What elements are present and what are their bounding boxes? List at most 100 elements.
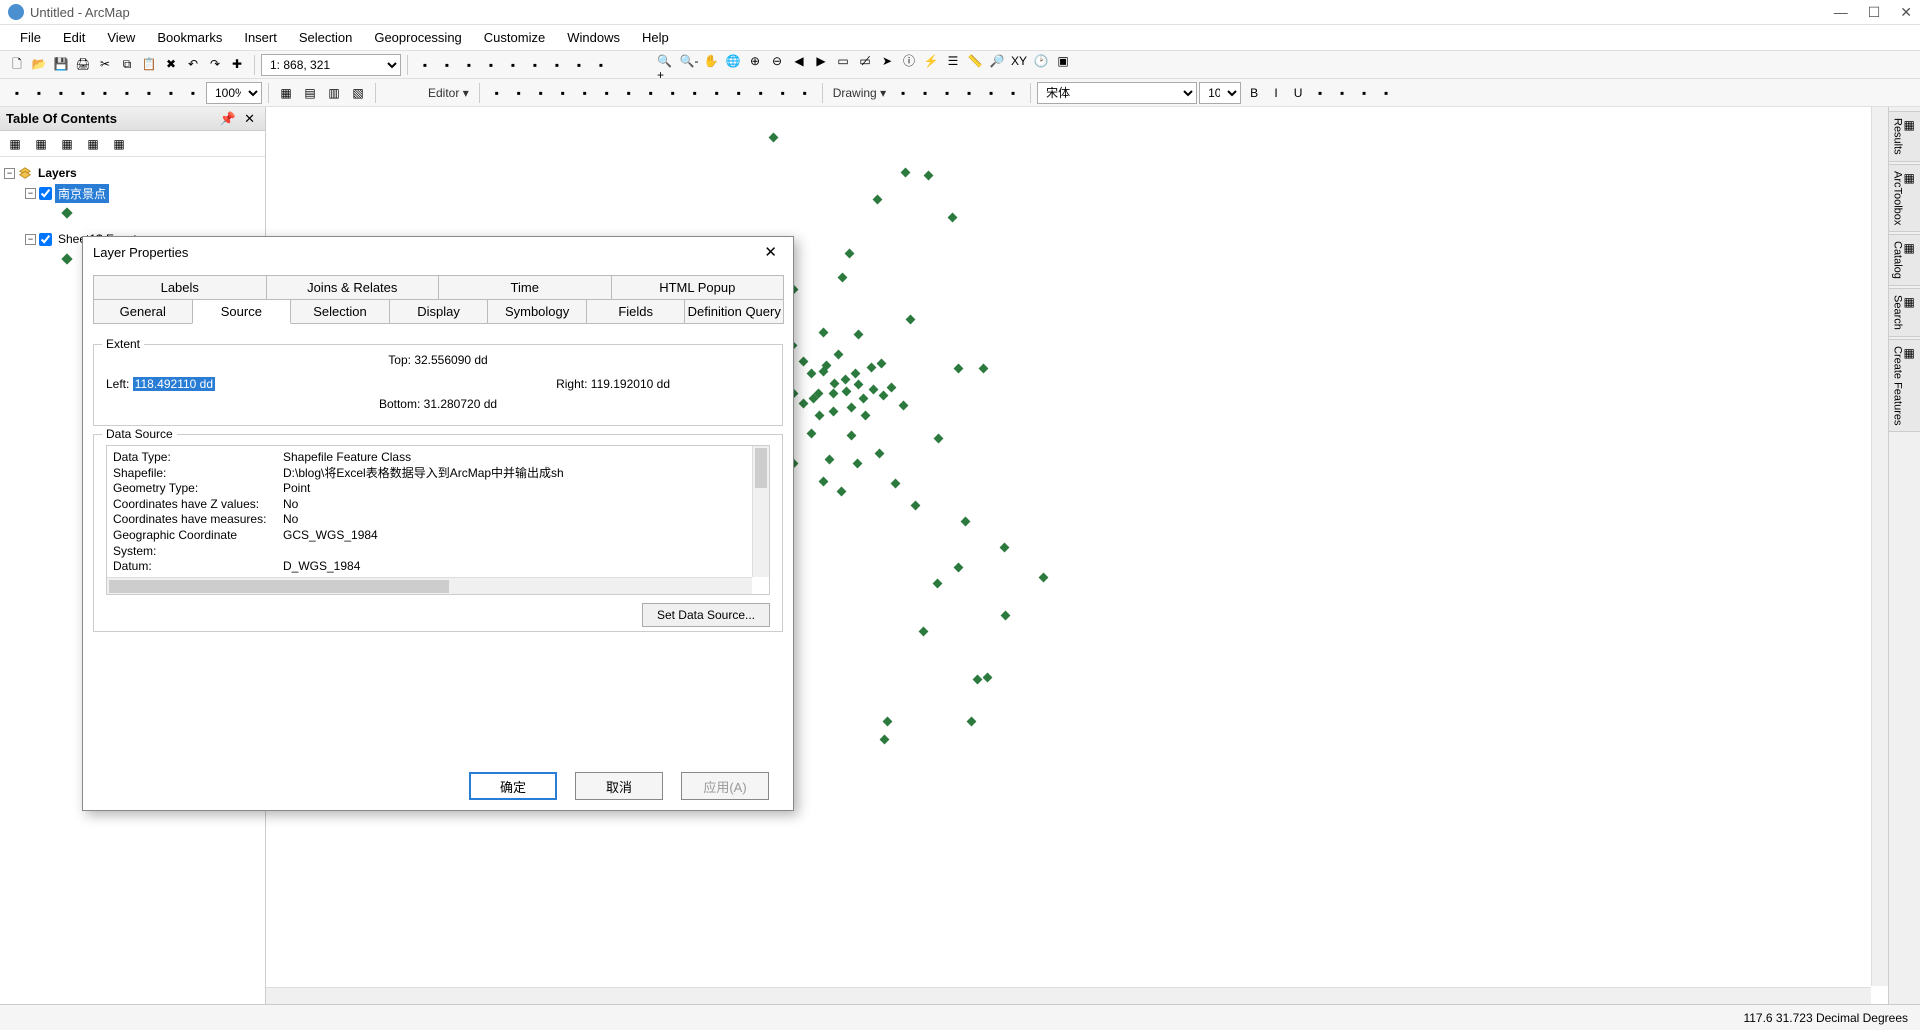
underline-icon[interactable]: U [1287,82,1309,104]
draw-text-icon[interactable]: ▪ [980,82,1002,104]
layout-b-icon[interactable]: ▤ [299,82,321,104]
tree-root[interactable]: − Layers [4,163,261,183]
zoom-combo[interactable]: 100% [206,82,262,104]
dialog-header[interactable]: Layer Properties ✕ [83,237,793,267]
edit-curve-icon[interactable]: ▪ [552,82,574,104]
clear-selection-icon[interactable]: ▭̸ [854,50,876,72]
open-icon[interactable]: 📂 [28,53,50,75]
search-icon[interactable]: ▪ [568,54,590,76]
ds-scrollbar-vertical[interactable] [752,446,769,577]
edit-tool-c[interactable]: ▪ [50,82,72,104]
edit-tool-a[interactable]: ▪ [6,82,28,104]
map-scrollbar-horizontal[interactable] [266,987,1871,1004]
font-color-icon[interactable]: ▪ [1309,82,1331,104]
tab-general[interactable]: General [93,299,193,324]
tab-time[interactable]: Time [438,275,612,299]
scale-combo[interactable]: 1: 868, 321 [261,54,401,76]
menu-file[interactable]: File [10,26,51,49]
prev-extent-icon[interactable]: ◀ [788,50,810,72]
layer-visibility-checkbox[interactable] [39,187,52,200]
paste-icon[interactable]: 📋 [138,53,160,75]
edit-pointer-icon[interactable]: ▪ [486,82,508,104]
menu-geoprocessing[interactable]: Geoprocessing [364,26,471,49]
edit-line-icon[interactable]: ▪ [508,82,530,104]
draw-edit-icon[interactable]: ▪ [1002,82,1024,104]
collapse-icon[interactable]: − [4,168,15,179]
maximize-button[interactable]: ☐ [1868,4,1881,21]
time-slider-icon[interactable]: 🕑 [1030,50,1052,72]
marker-color-icon[interactable]: ▪ [1375,82,1397,104]
goto-xy-icon[interactable]: XY [1008,50,1030,72]
apply-button[interactable]: 应用(A) [681,772,769,800]
options-icon[interactable]: ▦ [108,133,130,155]
edit-attr-icon[interactable]: ▪ [750,82,772,104]
edit-split-icon[interactable]: ▪ [640,82,662,104]
dock-tab-results[interactable]: ▦Results [1888,111,1920,162]
tree-layer-1[interactable]: − 南京景点 [4,183,261,203]
new-doc-icon[interactable]: 🗋 [6,54,28,76]
edit-rect-icon[interactable]: ▪ [684,82,706,104]
zoom-out-icon[interactable]: 🔍- [678,50,700,72]
identify-icon[interactable]: ⓘ [898,50,920,72]
drawing-dropdown[interactable]: Drawing ▾ [829,86,890,100]
dock-tab-catalog[interactable]: ▦Catalog [1888,234,1920,286]
edit-point-icon[interactable]: ▪ [596,82,618,104]
tab-source[interactable]: Source [192,299,292,324]
menu-windows[interactable]: Windows [557,26,630,49]
edit-vertex-icon[interactable]: ▪ [618,82,640,104]
layer-1-label[interactable]: 南京景点 [55,184,109,203]
italic-icon[interactable]: I [1265,82,1287,104]
edit-rotate-icon[interactable]: ▪ [728,82,750,104]
fill-color-icon[interactable]: ▪ [1331,82,1353,104]
edit-arc-icon[interactable]: ▪ [530,82,552,104]
font-size-combo[interactable]: 10 [1199,82,1241,104]
ds-scrollbar-horizontal[interactable] [107,577,752,594]
dock-tab-create-features[interactable]: ▦Create Features [1888,339,1920,432]
draw-rect-icon[interactable]: ▪ [958,82,980,104]
menu-help[interactable]: Help [632,26,679,49]
edit-trace-icon[interactable]: ▪ [574,82,596,104]
print-icon[interactable]: 🖨 [72,53,94,75]
edit-finish-icon[interactable]: ▪ [794,82,816,104]
html-popup-icon[interactable]: ☰ [942,50,964,72]
layer-visibility-checkbox[interactable] [39,233,52,246]
pause-icon[interactable]: ▪ [502,54,524,76]
close-button[interactable]: ✕ [1900,4,1912,21]
edit-merge-icon[interactable]: ▪ [662,82,684,104]
copy-icon[interactable]: ⧉ [116,53,138,75]
tab-definition-query[interactable]: Definition Query [684,299,784,324]
edit-tool-d[interactable]: ▪ [72,82,94,104]
menu-bookmarks[interactable]: Bookmarks [147,26,232,49]
fixed-zoom-out-icon[interactable]: ⊖ [766,50,788,72]
list-by-drawing-icon[interactable]: ▦ [4,133,26,155]
tab-symbology[interactable]: Symbology [487,299,587,324]
catalog-icon[interactable]: ▪ [546,54,568,76]
layout-icon[interactable]: ▪ [458,54,480,76]
layout-d-icon[interactable]: ▧ [347,82,369,104]
pan-icon[interactable]: ✋ [700,50,722,72]
set-data-source-button[interactable]: Set Data Source... [642,603,770,627]
edit-tool-g[interactable]: ▪ [138,82,160,104]
redo-icon[interactable]: ↷ [204,53,226,75]
next-extent-icon[interactable]: ▶ [810,50,832,72]
delete-icon[interactable]: ✖ [160,53,182,75]
edit-tool-h[interactable]: ▪ [160,82,182,104]
editor-dropdown[interactable]: Editor ▾ [424,86,473,100]
tab-html-popup[interactable]: HTML Popup [611,275,785,299]
extent-left-value[interactable]: 118.492110 dd [133,377,215,391]
cut-icon[interactable]: ✂ [94,53,116,75]
undo-icon[interactable]: ↶ [182,53,204,75]
edit-tool-i[interactable]: ▪ [182,82,204,104]
minimize-button[interactable]: — [1834,4,1848,21]
edit-tool-b[interactable]: ▪ [28,82,50,104]
full-extent-icon[interactable]: 🌐 [722,50,744,72]
toc-pin-button[interactable]: 📌 [216,111,240,127]
edit-sketch-icon[interactable]: ▪ [772,82,794,104]
list-by-visibility-icon[interactable]: ▦ [56,133,78,155]
collapse-icon[interactable]: − [25,188,36,199]
find-icon[interactable]: 🔎 [986,50,1008,72]
menu-selection[interactable]: Selection [289,26,362,49]
add-data-icon[interactable]: ✚ [226,53,248,75]
line-color-icon[interactable]: ▪ [1353,82,1375,104]
zoom-in-icon[interactable]: 🔍+ [656,57,678,79]
